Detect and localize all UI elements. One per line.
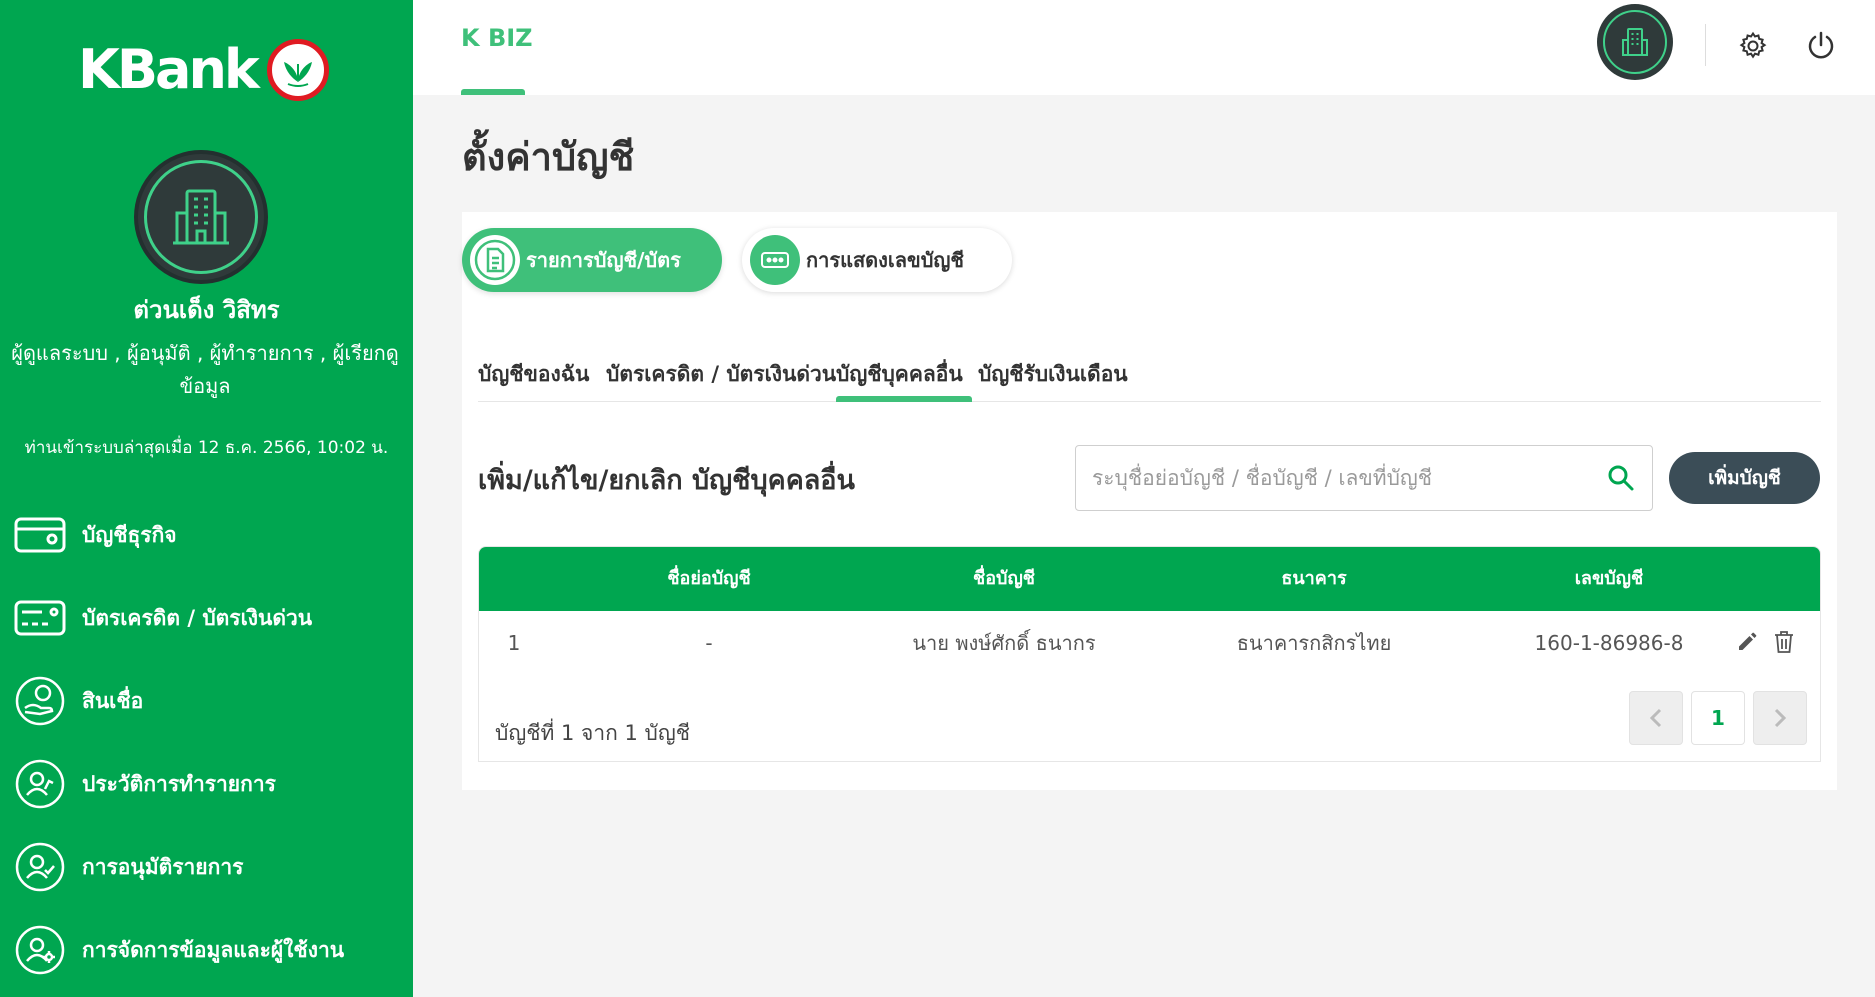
company-avatar xyxy=(134,150,268,284)
row-account-number: 160-1-86986-8 xyxy=(1534,631,1684,655)
prev-page-button[interactable] xyxy=(1629,691,1683,745)
approval-icon xyxy=(14,841,66,893)
account-count: บัญชีที่ 1 จาก 1 บัญชี xyxy=(495,721,691,745)
delete-icon[interactable] xyxy=(1769,627,1799,657)
pill-label: รายการบัญชี/บัตร xyxy=(526,248,681,272)
tab-underline xyxy=(461,89,525,95)
search-input[interactable] xyxy=(1092,446,1592,510)
sub-tabs: บัญชีของฉัน บัตรเครดิต / บัตรเงินด่วน บั… xyxy=(478,348,1821,402)
tab-account-list[interactable]: รายการบัญชี/บัตร xyxy=(462,228,722,292)
section-title: เพิ่ม/แก้ไข/ยกเลิก บัญชีบุคคลอื่น xyxy=(478,465,855,496)
edit-icon[interactable] xyxy=(1732,627,1762,657)
sidebar-item-transaction-history[interactable]: ประวัติการทำรายการ xyxy=(14,757,344,811)
top-header: K BIZ xyxy=(413,0,1875,95)
user-name: ต่วนเด็ง วิสิทร xyxy=(133,296,280,324)
sidebar-item-loan[interactable]: สินเชื่อ xyxy=(14,674,344,728)
accounts-table: ชื่อย่อบัญชี ชื่อบัญชี ธนาคาร เลขบัญชี 1… xyxy=(478,546,1821,762)
sidebar-item-label: การจัดการข้อมูลและผู้ใช้งาน xyxy=(82,937,345,962)
add-account-button[interactable]: เพิ่มบัญชี xyxy=(1669,452,1820,504)
tab-salary-accounts[interactable]: บัญชีรับเงินเดือน xyxy=(978,358,1128,391)
next-page-button[interactable] xyxy=(1753,691,1807,745)
page-number-button[interactable]: 1 xyxy=(1691,691,1745,745)
row-index: 1 xyxy=(507,631,521,655)
tab-my-accounts[interactable]: บัญชีของฉัน xyxy=(478,358,589,391)
sidebar-item-business-account[interactable]: บัญชีธุรกิจ xyxy=(14,508,344,562)
user-roles: ผู้ดูแลระบบ , ผู้อนุมัติ , ผู้ทำรายการ ,… xyxy=(11,341,399,398)
sidebar-menu: บัญชีธุรกิจ บัตรเครดิต / บัตรเงินด่วน สิ… xyxy=(14,508,344,997)
tab-credit-cards[interactable]: บัตรเครดิต / บัตรเงินด่วน xyxy=(606,358,836,391)
tab-other-accounts[interactable]: บัญชีบุคคลอื่น xyxy=(836,358,963,391)
chevron-right-icon xyxy=(1774,708,1787,728)
kbank-logo[interactable]: KBank xyxy=(78,38,329,102)
column-header: ธนาคาร xyxy=(1281,568,1347,589)
sidebar-item-label: ประวัติการทำรายการ xyxy=(82,771,276,796)
transaction-history-icon xyxy=(14,758,66,810)
sidebar-item-user-management[interactable]: การจัดการข้อมูลและผู้ใช้งาน xyxy=(14,923,344,977)
search-box xyxy=(1075,445,1653,511)
sidebar: KBank ต่วนเด็ง วิสิทร ผู้ดูแลระบบ , ผู้อ… xyxy=(0,0,413,997)
tab-k-biz[interactable]: K BIZ xyxy=(461,24,533,52)
page-title: ตั้งค่าบัญชี xyxy=(462,135,635,179)
sidebar-item-approval[interactable]: การอนุมัติรายการ xyxy=(14,840,344,894)
header-company-avatar[interactable] xyxy=(1597,4,1673,80)
document-icon xyxy=(470,235,520,285)
number-display-icon xyxy=(750,235,800,285)
credit-card-icon xyxy=(14,592,66,644)
table-row[interactable]: 1 - นาย พงษ์ศักดิ์ ธนากร ธนาคารกสิกรไทย … xyxy=(479,611,1820,675)
column-header: ชื่อย่อบัญชี xyxy=(667,568,751,589)
row-bank: ธนาคารกสิกรไทย xyxy=(1236,631,1392,655)
sidebar-item-label: สินเชื่อ xyxy=(82,688,144,713)
last-login: ท่านเข้าระบบล่าสุดเมื่อ 12 ธ.ค. 2566, 10… xyxy=(24,438,389,458)
header-divider xyxy=(1705,24,1706,66)
power-icon[interactable] xyxy=(1801,26,1841,66)
content-card: รายการบัญชี/บัตร การแสดงเลขบัญชี บัญชีขอ… xyxy=(462,212,1837,790)
column-header: ชื่อบัญชี xyxy=(972,568,1035,589)
user-management-icon xyxy=(14,924,66,976)
loan-hand-icon xyxy=(14,675,66,727)
sidebar-item-credit-card[interactable]: บัตรเครดิต / บัตรเงินด่วน xyxy=(14,591,344,645)
settings-icon[interactable] xyxy=(1733,26,1773,66)
building-icon xyxy=(1622,28,1648,56)
logo-text: KBank xyxy=(78,38,260,101)
pill-label: การแสดงเลขบัญชี xyxy=(806,248,965,272)
sidebar-item-label: บัตรเครดิต / บัตรเงินด่วน xyxy=(82,605,313,630)
row-nickname: - xyxy=(705,631,713,655)
column-header: เลขบัญชี xyxy=(1574,568,1644,589)
sidebar-item-label: การอนุมัติรายการ xyxy=(82,854,244,879)
row-account-name: นาย พงษ์ศักดิ์ ธนากร xyxy=(912,631,1096,655)
building-icon xyxy=(173,189,229,245)
active-subtab-indicator xyxy=(836,396,972,402)
table-header: ชื่อย่อบัญชี ชื่อบัญชี ธนาคาร เลขบัญชี xyxy=(479,547,1820,611)
sidebar-item-label: บัญชีธุรกิจ xyxy=(82,522,177,547)
chevron-left-icon xyxy=(1649,708,1662,728)
tab-account-number-display[interactable]: การแสดงเลขบัญชี xyxy=(742,228,1012,292)
search-icon[interactable] xyxy=(1606,463,1636,493)
account-card-icon xyxy=(14,509,66,561)
kbank-leaf-icon xyxy=(266,39,329,101)
